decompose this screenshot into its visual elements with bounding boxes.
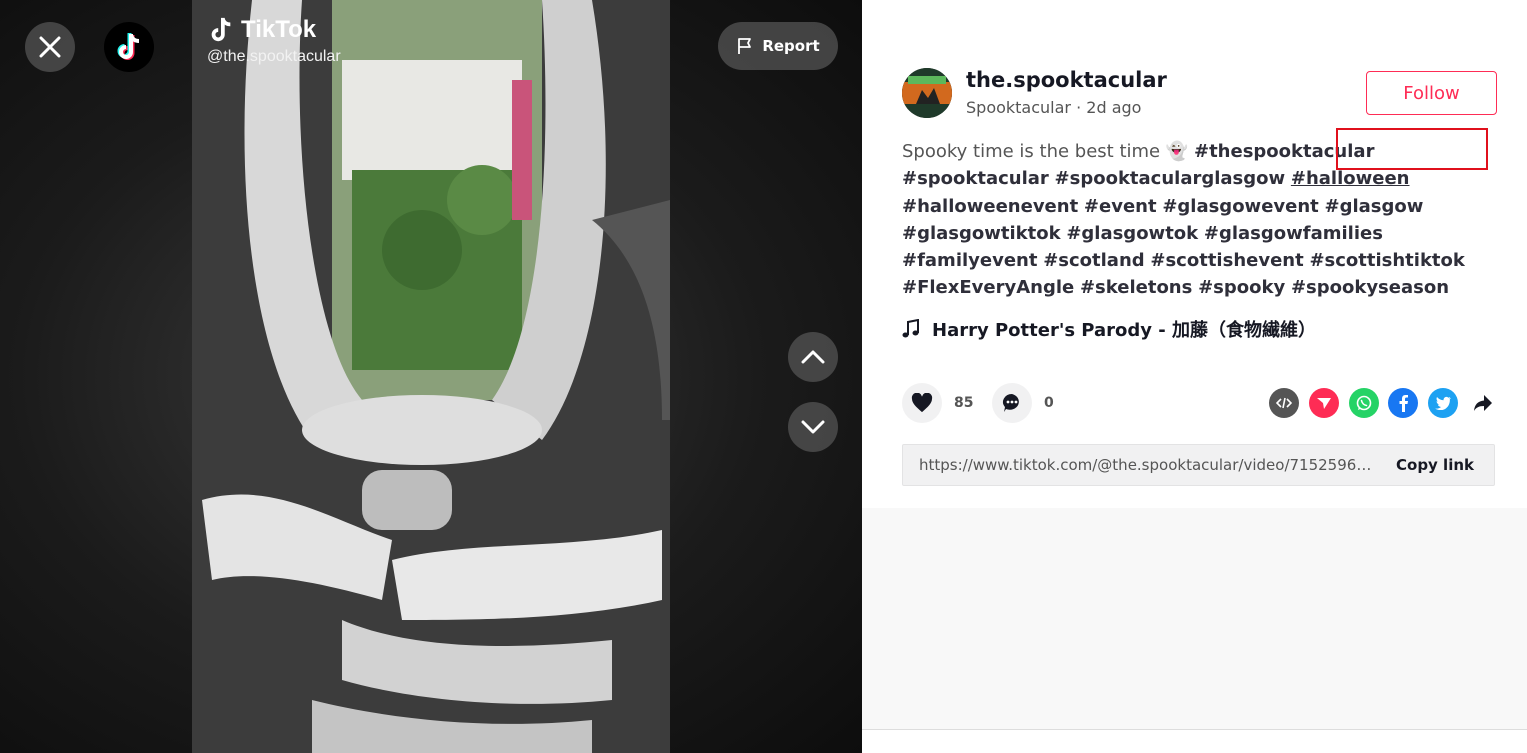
report-button[interactable]: Report (718, 22, 838, 70)
post-date: 2d ago (1086, 98, 1142, 117)
comment-icon (1003, 394, 1019, 412)
comment-count: 0 (1044, 395, 1054, 411)
divider (862, 729, 1527, 730)
tiktok-logo-button[interactable] (104, 22, 154, 72)
hashtag[interactable]: #glasgowfamilies (1204, 223, 1383, 244)
video-frame[interactable] (192, 0, 670, 753)
hashtag[interactable]: #scotland (1043, 250, 1144, 271)
watermark-title: TikTok (241, 16, 317, 43)
hashtag[interactable]: #halloweenevent (902, 196, 1078, 217)
flag-icon (738, 38, 752, 54)
facebook-share-button[interactable] (1388, 388, 1418, 418)
video-url[interactable]: https://www.tiktok.com/@the.spooktacular… (903, 456, 1376, 474)
report-label: Report (762, 37, 820, 55)
hashtag[interactable]: #skeletons (1080, 277, 1192, 298)
video-caption: Spooky time is the best time 👻 #thespook… (902, 138, 1502, 302)
video-player[interactable]: TikTok @the.spooktacular Report (0, 0, 862, 753)
hashtag[interactable]: #halloween (1291, 168, 1410, 189)
hashtag[interactable]: #spooktacularglasgow (1055, 168, 1286, 189)
separator-dot: · (1076, 98, 1082, 117)
hashtag[interactable]: #event (1084, 196, 1157, 217)
hashtag[interactable]: #scottishtiktok (1309, 250, 1464, 271)
close-icon (39, 36, 61, 58)
hashtag[interactable]: #scottishevent (1150, 250, 1303, 271)
author-username[interactable]: the.spooktacular (966, 68, 1167, 92)
send-icon (1317, 398, 1331, 409)
author-display-name[interactable]: Spooktacular (966, 98, 1071, 117)
hashtag[interactable]: #glasgowevent (1162, 196, 1318, 217)
video-watermark: TikTok @the.spooktacular (207, 14, 341, 66)
like-button[interactable] (902, 383, 942, 423)
video-still-skeleton (192, 0, 670, 753)
twitter-icon (1435, 396, 1451, 410)
copy-link-button[interactable]: Copy link (1376, 456, 1494, 474)
chevron-up-icon (801, 350, 825, 364)
follow-button[interactable]: Follow (1366, 71, 1497, 115)
hashtag[interactable]: #spooktacular (902, 168, 1049, 189)
facebook-icon (1399, 395, 1408, 412)
like-count: 85 (954, 395, 974, 411)
hashtag[interactable]: #spooky (1198, 277, 1285, 298)
avatar[interactable] (902, 68, 952, 118)
hashtag[interactable]: #glasgowtiktok (902, 223, 1061, 244)
watermark-username: @the.spooktacular (207, 48, 341, 65)
twitter-share-button[interactable] (1428, 388, 1458, 418)
music-link[interactable]: Harry Potter's Parody - 加藤（食物繊維） (902, 316, 1316, 342)
code-icon (1276, 397, 1292, 409)
embed-share-button[interactable] (1269, 388, 1299, 418)
video-link-box: https://www.tiktok.com/@the.spooktacular… (902, 444, 1495, 486)
music-note-icon (902, 319, 919, 338)
chevron-down-icon (801, 420, 825, 434)
like-action[interactable]: 85 (902, 383, 973, 423)
more-share-button[interactable] (1468, 388, 1498, 418)
hashtag[interactable]: #thespooktacular (1194, 141, 1374, 162)
caption-text: Spooky time is the best time (902, 141, 1161, 162)
avatar-image (902, 68, 952, 118)
send-share-button[interactable] (1309, 388, 1339, 418)
hashtag[interactable]: #glasgowtok (1066, 223, 1198, 244)
share-arrow-icon (1474, 395, 1492, 411)
whatsapp-share-button[interactable] (1349, 388, 1379, 418)
video-info-panel: the.spooktacular Spooktacular · 2d ago F… (862, 0, 1527, 753)
comment-button[interactable] (992, 383, 1032, 423)
tiktok-watermark-icon (211, 17, 231, 42)
music-title: Harry Potter's Parody - 加藤（食物繊維） (932, 320, 1317, 341)
heart-icon (911, 393, 933, 413)
previous-video-button[interactable] (788, 332, 838, 382)
hashtag[interactable]: #FlexEveryAngle (902, 277, 1074, 298)
comments-area (862, 508, 1527, 730)
close-button[interactable] (25, 22, 75, 72)
hashtag[interactable]: #familyevent (902, 250, 1037, 271)
next-video-button[interactable] (788, 402, 838, 452)
comment-action[interactable]: 0 (992, 383, 1054, 423)
hashtag[interactable]: #glasgow (1325, 196, 1424, 217)
follow-label: Follow (1403, 82, 1460, 104)
author-subline: Spooktacular · 2d ago (966, 98, 1141, 117)
ghost-emoji: 👻 (1165, 141, 1189, 162)
tiktok-logo-icon (117, 33, 140, 60)
whatsapp-icon (1356, 395, 1372, 411)
hashtag[interactable]: #spookyseason (1291, 277, 1449, 298)
